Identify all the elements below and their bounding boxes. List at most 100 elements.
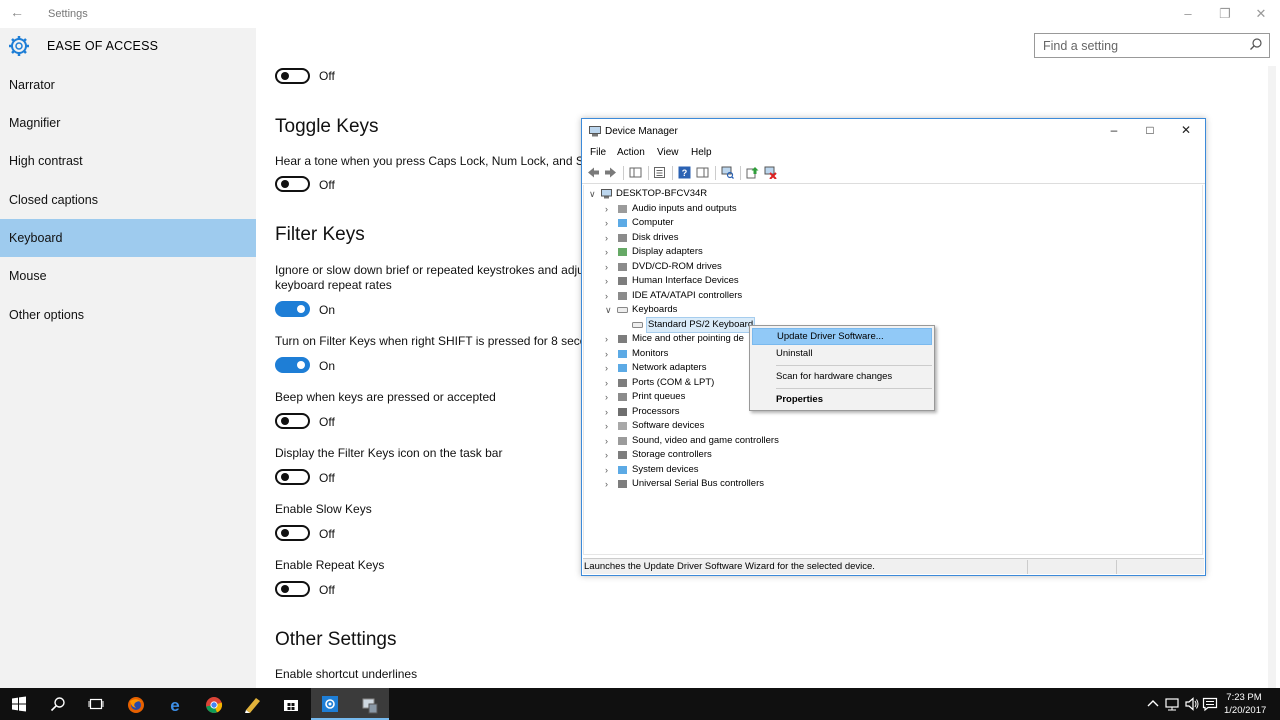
- menu-item-update-driver[interactable]: Update Driver Software...: [752, 328, 932, 345]
- status-bar: Launches the Update Driver Software Wiza…: [583, 558, 1204, 574]
- expand-icon[interactable]: ›: [605, 361, 614, 375]
- repeat-keys-toggle[interactable]: [275, 581, 310, 597]
- taskbar-clock[interactable]: 7:23 PM 1/20/2017: [1224, 691, 1266, 717]
- expand-icon[interactable]: ›: [605, 405, 614, 419]
- close-icon[interactable]: ✕: [1251, 6, 1271, 22]
- device-manager-taskbar-button[interactable]: [350, 688, 389, 720]
- sidebar-item-keyboard[interactable]: Keyboard: [0, 219, 256, 257]
- shift-shortcut-toggle[interactable]: [275, 357, 310, 373]
- volume-icon[interactable]: [1184, 696, 1200, 712]
- computer-icon: [618, 219, 627, 227]
- hid-icon: [618, 277, 627, 285]
- expand-icon[interactable]: ›: [605, 347, 614, 361]
- tree-node-label: Universal Serial Bus controllers: [632, 478, 764, 489]
- task-view-icon: [88, 698, 104, 710]
- app-title: Settings: [48, 8, 88, 20]
- back-icon[interactable]: [587, 166, 600, 179]
- tree-node-label: Disk drives: [632, 231, 679, 243]
- filter-keys-toggle[interactable]: [275, 301, 310, 317]
- show-hide-console-tree-icon[interactable]: [629, 166, 642, 179]
- expand-icon[interactable]: ›: [605, 274, 614, 288]
- firefox-icon: [128, 697, 144, 713]
- chrome-icon: [206, 697, 223, 713]
- firefox-button[interactable]: [116, 688, 155, 720]
- chrome-button[interactable]: [194, 688, 233, 720]
- expand-icon[interactable]: ›: [605, 448, 614, 462]
- toggle-keys-toggle[interactable]: [275, 176, 310, 192]
- shortcut-underlines-label: Enable shortcut underlines: [275, 667, 418, 681]
- menu-file[interactable]: File: [590, 147, 606, 158]
- expand-icon[interactable]: ›: [605, 202, 614, 216]
- store-button[interactable]: [272, 688, 311, 720]
- collapse-icon[interactable]: ∨: [605, 303, 614, 317]
- expand-icon[interactable]: ›: [605, 216, 614, 230]
- uninstall-device-icon[interactable]: [764, 166, 777, 179]
- expand-icon[interactable]: ›: [605, 434, 614, 448]
- network-icon[interactable]: [1164, 696, 1180, 712]
- expand-icon[interactable]: ›: [605, 376, 614, 390]
- scan-hardware-icon[interactable]: [721, 166, 734, 179]
- action-pane-icon[interactable]: [696, 166, 709, 179]
- task-view-button[interactable]: [77, 688, 116, 720]
- expand-icon[interactable]: ›: [605, 477, 614, 491]
- expand-icon[interactable]: ›: [605, 245, 614, 259]
- sidebar-item-closed-captions[interactable]: Closed captions: [0, 181, 256, 219]
- properties-icon[interactable]: [653, 166, 666, 179]
- repeat-keys-label: Enable Repeat Keys: [275, 558, 385, 572]
- keyboard-icon: [617, 307, 628, 313]
- expand-icon[interactable]: ›: [605, 231, 614, 245]
- expand-icon[interactable]: ›: [605, 260, 614, 274]
- forward-icon[interactable]: [604, 166, 617, 179]
- update-driver-icon[interactable]: [746, 166, 759, 179]
- top-toggle[interactable]: [275, 68, 310, 84]
- expand-icon[interactable]: ›: [605, 332, 614, 346]
- dm-maximize-icon[interactable]: □: [1140, 123, 1160, 137]
- scrollbar[interactable]: [1268, 66, 1276, 688]
- tree-node-label: Software devices: [632, 420, 705, 431]
- sidebar-item-magnifier[interactable]: Magnifier: [0, 104, 256, 142]
- sidebar-item-other-options[interactable]: Other options: [0, 296, 256, 334]
- menu-view[interactable]: View: [657, 147, 679, 158]
- expand-icon[interactable]: ›: [605, 390, 614, 404]
- app-button[interactable]: [233, 688, 272, 720]
- help-icon[interactable]: ?: [678, 166, 691, 179]
- start-button[interactable]: [0, 688, 39, 720]
- sidebar-item-high-contrast[interactable]: High contrast: [0, 142, 256, 180]
- tree-node-label: Display adapters: [632, 246, 703, 257]
- expand-icon[interactable]: ›: [605, 289, 614, 303]
- expand-icon[interactable]: ›: [605, 419, 614, 433]
- computer-icon: [601, 189, 612, 199]
- printer-icon: [618, 393, 627, 401]
- menu-action[interactable]: Action: [617, 147, 645, 158]
- menu-item-uninstall[interactable]: Uninstall: [752, 345, 932, 362]
- keyboard-icon: [632, 321, 643, 328]
- menu-item-scan-hardware[interactable]: Scan for hardware changes: [752, 368, 932, 385]
- other-settings-heading: Other Settings: [275, 629, 397, 650]
- settings-taskbar-button[interactable]: [311, 688, 350, 720]
- sidebar-item-mouse[interactable]: Mouse: [0, 257, 256, 295]
- tree-node-label: Human Interface Devices: [632, 275, 739, 286]
- filter-icon-toggle[interactable]: [275, 469, 310, 485]
- minimize-icon[interactable]: –: [1178, 6, 1198, 21]
- top-toggle-state: Off: [319, 69, 335, 83]
- restore-icon[interactable]: ❐: [1215, 6, 1235, 22]
- menu-help[interactable]: Help: [691, 147, 712, 158]
- sound-icon: [618, 436, 627, 445]
- search-taskbar-button[interactable]: [39, 688, 78, 720]
- dm-close-icon[interactable]: ✕: [1176, 123, 1196, 137]
- beep-state: Off: [319, 415, 335, 429]
- show-hidden-icons-icon[interactable]: [1145, 696, 1161, 712]
- toggle-keys-heading: Toggle Keys: [275, 116, 379, 137]
- sidebar-item-narrator[interactable]: Narrator: [0, 66, 256, 104]
- action-center-icon[interactable]: [1202, 696, 1218, 712]
- back-arrow-icon[interactable]: ←: [10, 4, 24, 20]
- beep-toggle[interactable]: [275, 413, 310, 429]
- filter-keys-desc-line2: keyboard repeat rates: [275, 278, 392, 292]
- menu-item-properties[interactable]: Properties: [752, 391, 932, 408]
- edge-button[interactable]: e: [155, 688, 194, 720]
- collapse-icon[interactable]: ∨: [589, 187, 598, 201]
- slow-keys-toggle[interactable]: [275, 525, 310, 541]
- search-input[interactable]: Find a setting: [1034, 33, 1270, 58]
- dm-minimize-icon[interactable]: –: [1104, 123, 1124, 137]
- expand-icon[interactable]: ›: [605, 463, 614, 477]
